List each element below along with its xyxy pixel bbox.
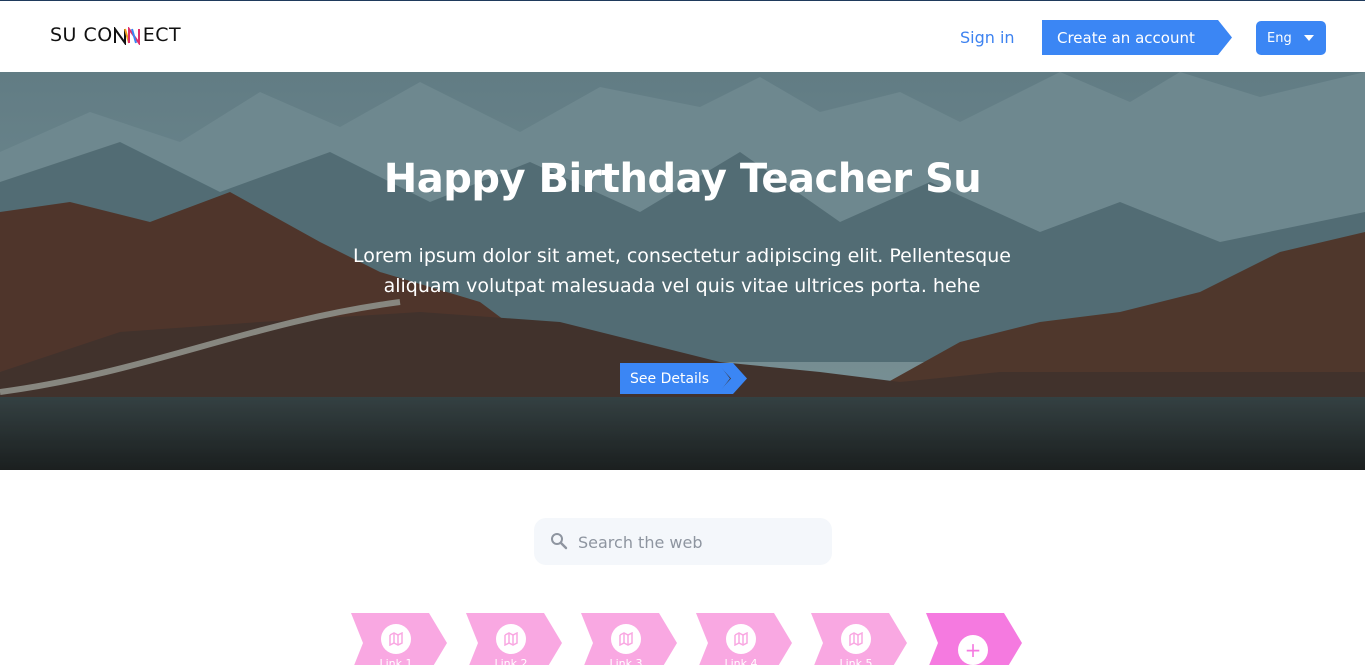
link-label: Link 3 <box>609 657 643 665</box>
site-header: SU CO ECT Sign in Create an account Eng <box>0 2 1365 72</box>
hero-description: Lorem ipsum dolor sit amet, consectetur … <box>353 245 1011 297</box>
create-account-button[interactable]: Create an account <box>1042 20 1232 55</box>
quick-links: Link 1 Link 2 Link 3 Link 4 Link 5 + <box>0 613 1365 665</box>
map-icon <box>841 624 871 654</box>
link-tile-5[interactable]: Link 5 <box>811 613 907 665</box>
map-icon <box>611 624 641 654</box>
map-icon <box>496 624 526 654</box>
link-tile-1[interactable]: Link 1 <box>351 613 447 665</box>
see-details-button[interactable]: See Details <box>620 363 748 394</box>
link-tile-4[interactable]: Link 4 <box>696 613 792 665</box>
link-label: Link 5 <box>839 657 873 665</box>
search-input[interactable] <box>578 528 818 556</box>
link-label: Link 4 <box>724 657 758 665</box>
language-select[interactable]: Eng <box>1256 21 1326 55</box>
chevron-down-icon <box>1304 35 1314 41</box>
link-tile-3[interactable]: Link 3 <box>581 613 677 665</box>
link-label: Link 1 <box>379 657 413 665</box>
map-icon <box>381 624 411 654</box>
logo-text-right: ECT <box>142 24 182 46</box>
logo[interactable]: SU CO ECT <box>50 24 181 46</box>
sign-in-link[interactable]: Sign in <box>960 28 1015 47</box>
map-icon <box>726 624 756 654</box>
link-tile-2[interactable]: Link 2 <box>466 613 562 665</box>
link-label: Link 2 <box>494 657 528 665</box>
see-details-label: See Details <box>620 363 730 394</box>
search-icon <box>551 533 568 550</box>
search-box <box>534 518 832 565</box>
plus-icon: + <box>958 635 988 665</box>
add-link-button[interactable]: + <box>926 613 1022 665</box>
language-value: Eng <box>1267 30 1292 46</box>
logo-nn-mark <box>113 24 143 46</box>
hero-title: Happy Birthday Teacher Su <box>383 156 982 202</box>
hero-banner: Happy Birthday Teacher Su Lorem ipsum do… <box>0 72 1365 470</box>
logo-text-left: SU CO <box>50 24 113 46</box>
